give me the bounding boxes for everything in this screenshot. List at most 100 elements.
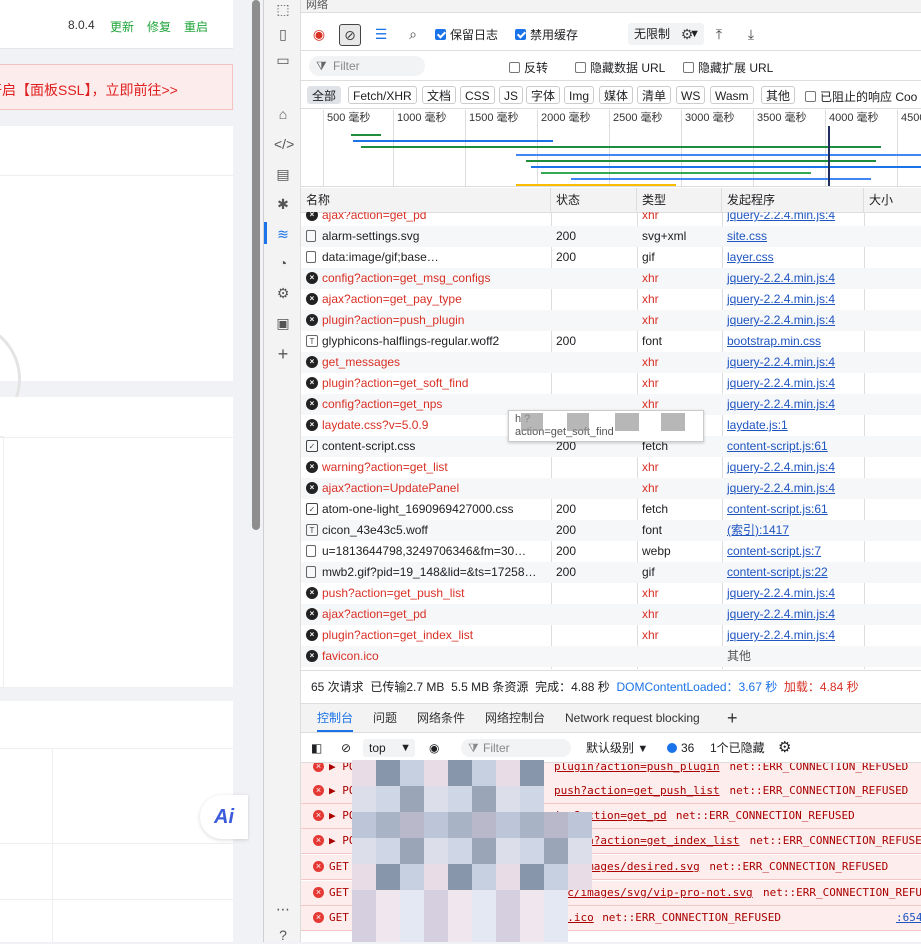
filter-toggle-icon[interactable]: ☰ xyxy=(371,24,391,44)
request-initiator[interactable]: jquery-2.2.4.min.js:4 xyxy=(727,212,835,222)
window-icon[interactable]: ▭ xyxy=(274,51,292,69)
memory-chip-icon[interactable]: ⚙ xyxy=(274,284,292,302)
request-name[interactable]: mwb2.gif?pid=19_148&lid=&ts=17258… xyxy=(301,562,551,583)
restart-link[interactable]: 重启 xyxy=(184,18,208,35)
checkbox-icon[interactable] xyxy=(515,29,526,40)
request-initiator[interactable]: layer.css xyxy=(727,250,774,264)
request-initiator[interactable]: bootstrap.min.css xyxy=(727,334,821,348)
tab-network-conditions[interactable]: 网络条件 xyxy=(417,704,465,732)
request-initiator[interactable]: jquery-2.2.4.min.js:4 xyxy=(727,292,835,306)
record-icon[interactable]: ◉ xyxy=(309,24,329,44)
filter-input[interactable]: ⧩ Filter xyxy=(309,56,425,76)
request-method[interactable]: GET xyxy=(329,906,349,930)
request-initiator[interactable]: laydate.js:1 xyxy=(727,418,788,432)
network-wifi-icon[interactable]: ≋ xyxy=(274,225,292,243)
table-row[interactable]: push?action=get_push_list xhr jquery-2.2.4… xyxy=(301,583,921,604)
request-initiator[interactable]: site.css xyxy=(727,229,767,243)
request-initiator[interactable]: jquery-2.2.4.min.js:4 xyxy=(727,607,835,621)
request-name[interactable]: plugin?action=get_soft_find xyxy=(301,373,551,394)
type-filter-ws[interactable]: WS xyxy=(676,86,706,104)
log-level-select[interactable]: 默认级别 ▼ xyxy=(586,734,648,762)
add-panel-icon[interactable]: + xyxy=(274,345,292,363)
request-initiator[interactable]: content-script.js:22 xyxy=(727,565,828,579)
preserve-log-checkbox[interactable]: 保留日志 xyxy=(435,26,498,43)
table-row[interactable]: ajax?action=UpdatePanel xhr jquery-2.2.4.m… xyxy=(301,478,921,499)
request-name[interactable]: ajax?action=get_pd xyxy=(301,212,551,226)
request-name[interactable]: cicon_43e43c5.woff xyxy=(301,520,551,541)
col-name[interactable]: 名称 xyxy=(301,188,551,212)
elements-icon[interactable]: </> xyxy=(274,135,294,153)
tab-console[interactable]: 控制台 xyxy=(317,704,354,732)
search-icon[interactable]: ⌕ xyxy=(403,24,423,44)
request-name[interactable]: u=1813644798,3249706346&fm=30… xyxy=(301,541,551,562)
type-filter-other[interactable]: 其他 xyxy=(761,86,796,104)
request-initiator[interactable]: jquery-2.2.4.min.js:4 xyxy=(727,586,835,600)
request-name[interactable]: glyphicons-halflings-regular.woff2 xyxy=(301,331,551,352)
table-row[interactable]: alarm-settings.svg 200 svg+xml site.css 1.4 xyxy=(301,226,921,247)
checkbox-icon[interactable] xyxy=(509,62,520,73)
checkbox-icon[interactable] xyxy=(575,62,586,73)
col-initiator[interactable]: 发起程序 xyxy=(722,188,864,212)
gear-icon[interactable]: ⚙ xyxy=(778,734,791,762)
request-name[interactable]: atom-one-light_1690969427000.css xyxy=(301,499,551,520)
table-row[interactable]: glyphicons-halflings-regular.woff2 200 fon… xyxy=(301,331,921,352)
home-icon[interactable]: ⌂ xyxy=(274,105,292,123)
request-initiator[interactable]: jquery-2.2.4.min.js:4 xyxy=(727,628,835,642)
type-filter-all[interactable]: 全部 xyxy=(307,86,342,104)
network-conditions-icon[interactable]: ⚙ xyxy=(677,24,697,44)
checkbox-icon[interactable] xyxy=(435,29,446,40)
type-filter-xhr[interactable]: Fetch/XHR xyxy=(348,86,417,104)
request-initiator[interactable]: jquery-2.2.4.min.js:4 xyxy=(727,376,835,390)
request-initiator[interactable]: jquery-2.2.4.min.js:4 xyxy=(727,271,835,285)
page-scrollbar[interactable] xyxy=(252,0,260,530)
col-type[interactable]: 类型 xyxy=(637,188,722,212)
request-initiator[interactable]: jquery-2.2.4.min.js:4 xyxy=(727,355,835,369)
type-filter-doc[interactable]: 文档 xyxy=(422,86,457,104)
ssl-banner[interactable]: 开启【面板SSL】，立即前往>> xyxy=(0,64,233,110)
table-row[interactable]: get_messages xhr jquery-2.2.4.min.js:4 xyxy=(301,352,921,373)
request-name[interactable]: ajax?action=get_pay_type xyxy=(301,289,551,310)
sidebar-toggle-icon[interactable]: ◧ xyxy=(311,734,322,762)
invert-checkbox[interactable]: 反转 xyxy=(509,59,548,76)
request-name[interactable]: plugin?action=get_index_list xyxy=(301,625,551,646)
tab-network-console[interactable]: 网络控制台 xyxy=(485,704,545,732)
request-initiator[interactable]: jquery-2.2.4.min.js:4 xyxy=(727,481,835,495)
inspect-icon[interactable]: ⬚ xyxy=(274,0,292,18)
table-row[interactable]: config?action=get_msg_configs xhr jquery-2… xyxy=(301,268,921,289)
ssl-banner-text[interactable]: 开启【面板SSL】，立即前往>> xyxy=(0,80,178,100)
type-filter-font[interactable]: 字体 xyxy=(526,86,561,104)
request-name[interactable]: favicon.ico xyxy=(301,646,551,667)
request-initiator[interactable]: jquery-2.2.4.min.js:4 xyxy=(727,460,835,474)
hide-ext-url-checkbox[interactable]: 隐藏扩展 URL xyxy=(683,59,773,76)
request-name[interactable]: push?action=get_push_list xyxy=(301,583,551,604)
more-icon[interactable]: ⋯ xyxy=(274,900,292,918)
table-row[interactable]: ajax?action=get_pd xhr jquery-2.2.4.min.js… xyxy=(301,604,921,625)
live-expression-eye-icon[interactable]: ◉ xyxy=(429,734,439,762)
tab-request-blocking[interactable]: Network request blocking xyxy=(565,704,700,732)
help-icon[interactable]: ? xyxy=(274,926,292,944)
device-toggle-icon[interactable]: ▯ xyxy=(274,25,292,43)
add-tab-icon[interactable]: + xyxy=(727,704,738,732)
request-name[interactable]: ajax?action=UpdatePanel xyxy=(301,478,551,499)
timeline-overview[interactable]: 500 毫秒 1000 毫秒 1500 毫秒 2000 毫秒 2500 毫秒 3… xyxy=(301,110,921,187)
request-name[interactable]: alarm-settings.svg xyxy=(301,226,551,247)
type-filter-manifest[interactable]: 清单 xyxy=(637,86,672,104)
performance-icon[interactable]: ◔ xyxy=(274,254,292,272)
request-initiator[interactable]: jquery-2.2.4.min.js:4 xyxy=(727,313,835,327)
export-har-icon[interactable]: ⤓ xyxy=(741,24,761,44)
request-name[interactable]: data:image/gif;base… xyxy=(301,247,551,268)
table-row[interactable]: atom-one-light_1690969427000.css 200 fetch… xyxy=(301,499,921,520)
hide-data-url-checkbox[interactable]: 隐藏数据 URL xyxy=(575,59,665,76)
clear-icon[interactable]: ⊘ xyxy=(339,24,361,46)
request-initiator[interactable]: content-script.js:61 xyxy=(727,502,828,516)
import-har-icon[interactable]: ⤒ xyxy=(709,24,729,44)
clear-console-icon[interactable]: ⊘ xyxy=(341,734,351,762)
table-row[interactable]: data:image/gif;base… 200 gif layer.css xyxy=(301,247,921,268)
table-row[interactable]: plugin?action=get_index_list xhr jquery-2.… xyxy=(301,625,921,646)
application-icon[interactable]: ▣ xyxy=(274,314,292,332)
request-initiator[interactable]: jquery-2.2.4.min.js:4 xyxy=(727,397,835,411)
table-row[interactable]: warning?action=get_list xhr jquery-2.2.4.m… xyxy=(301,457,921,478)
col-size[interactable]: 大小 xyxy=(864,188,921,212)
source-link[interactable]: :654 xyxy=(896,906,921,930)
request-name[interactable]: get_messages xyxy=(301,352,551,373)
